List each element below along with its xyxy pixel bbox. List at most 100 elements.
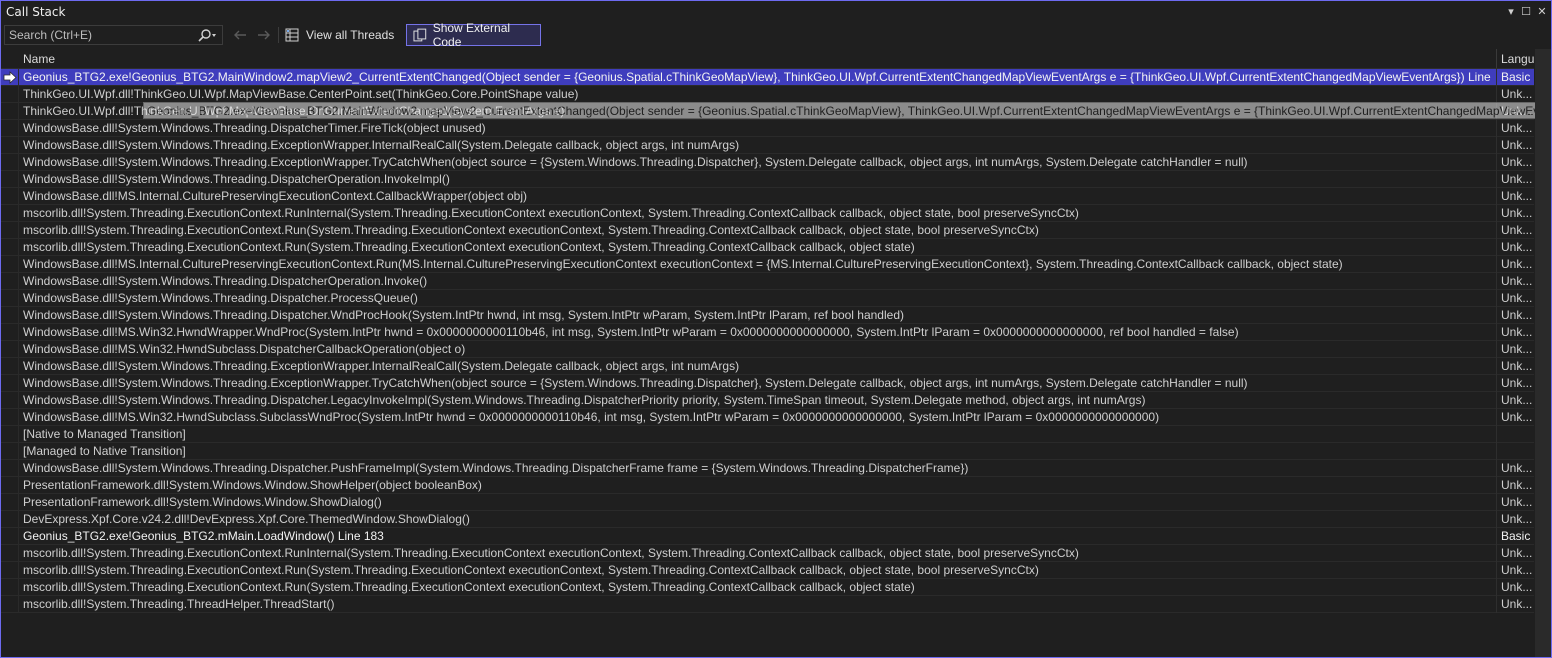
stack-frame-row[interactable]: WindowsBase.dll!System.Windows.Threading… <box>1 290 1534 307</box>
cell-divider <box>1496 562 1497 579</box>
row-gutter <box>1 154 19 171</box>
cell-divider <box>1496 443 1497 460</box>
stack-frame-row[interactable]: mscorlib.dll!System.Threading.ExecutionC… <box>1 222 1534 239</box>
frame-language: Unk... <box>1501 461 1533 475</box>
row-gutter <box>1 562 19 579</box>
frame-language: Unk... <box>1501 393 1533 407</box>
frame-language: Unk... <box>1501 155 1533 169</box>
cell-divider <box>1496 511 1497 528</box>
row-gutter <box>1 579 19 596</box>
frame-name: PresentationFramework.dll!System.Windows… <box>23 478 482 492</box>
call-stack-window: Call Stack ▾ ☐ ✕ Search (Ctrl+E) View al… <box>0 0 1552 658</box>
arrow-left-icon[interactable] <box>232 27 248 43</box>
frame-language: Unk... <box>1501 206 1533 220</box>
frame-language: Unk... <box>1501 223 1533 237</box>
cell-divider <box>1496 171 1497 188</box>
stack-frame-row[interactable]: mscorlib.dll!System.Threading.ThreadHelp… <box>1 596 1534 613</box>
stack-frame-row[interactable]: mscorlib.dll!System.Threading.ExecutionC… <box>1 205 1534 222</box>
stack-frame-row[interactable]: WindowsBase.dll!MS.Win32.HwndSubclass.Su… <box>1 409 1534 426</box>
frame-name: ThinkGeo.UI.Wpf.dll!ThinkGeo.UI.Wpf.MapV… <box>23 87 579 101</box>
stack-frame-row[interactable]: Geonius_BTG2.exe!Geonius_BTG2.mMain.Load… <box>1 528 1534 545</box>
show-external-code-button[interactable]: Show External Code <box>406 21 541 49</box>
stack-frame-row[interactable]: DevExpress.Xpf.Core.v24.2.dll!DevExpress… <box>1 511 1534 528</box>
stack-frame-row[interactable]: mscorlib.dll!System.Threading.ExecutionC… <box>1 579 1534 596</box>
row-gutter <box>1 120 19 137</box>
cell-divider <box>1496 579 1497 596</box>
stack-frame-row[interactable]: WindowsBase.dll!System.Windows.Threading… <box>1 392 1534 409</box>
search-box[interactable] <box>4 25 223 45</box>
frame-name: WindowsBase.dll!System.Windows.Threading… <box>23 376 1248 390</box>
stack-frame-row[interactable]: WindowsBase.dll!MS.Win32.HwndSubclass.Di… <box>1 341 1534 358</box>
close-icon[interactable]: ✕ <box>1534 4 1550 20</box>
stack-frame-row[interactable]: PresentationFramework.dll!System.Windows… <box>1 494 1534 511</box>
frame-language: Unk... <box>1501 342 1533 356</box>
stack-frame-row[interactable]: ThinkGeo.UI.Wpf.dll!ThinkGeo.UI.Wpf.MapV… <box>1 86 1534 103</box>
row-gutter <box>1 511 19 528</box>
stack-frame-row[interactable]: [Native to Managed Transition] <box>1 426 1534 443</box>
frame-language: Unk... <box>1501 563 1533 577</box>
maximize-icon[interactable]: ☐ <box>1518 4 1534 20</box>
frame-language: Unk... <box>1501 359 1533 373</box>
frame-language: Unk... <box>1501 257 1533 271</box>
cell-divider <box>1496 341 1497 358</box>
frame-name: WindowsBase.dll!System.Windows.Threading… <box>23 461 969 475</box>
column-header-language[interactable]: Langu <box>1501 52 1534 66</box>
cell-divider <box>1496 392 1497 409</box>
frame-name: WindowsBase.dll!MS.Internal.CulturePrese… <box>23 189 528 203</box>
vertical-scrollbar[interactable] <box>1535 49 1551 657</box>
stack-frame-row[interactable]: WindowsBase.dll!System.Windows.Threading… <box>1 375 1534 392</box>
toolbar: View all Threads Show External Code <box>1 21 1551 49</box>
stack-frame-row[interactable]: WindowsBase.dll!MS.Internal.CulturePrese… <box>1 188 1534 205</box>
search-icon[interactable] <box>196 28 218 44</box>
cell-divider <box>1496 86 1497 103</box>
row-gutter <box>1 256 19 273</box>
search-input[interactable] <box>9 27 194 43</box>
cell-divider <box>1496 324 1497 341</box>
frame-language: Unk... <box>1501 189 1533 203</box>
dropdown-icon[interactable]: ▾ <box>1503 4 1519 20</box>
column-header-name[interactable]: Name <box>23 52 55 66</box>
frame-language: Unk... <box>1501 240 1533 254</box>
cell-divider <box>1496 545 1497 562</box>
current-frame-arrow-icon <box>3 71 17 84</box>
frame-name: mscorlib.dll!System.Threading.ExecutionC… <box>23 580 915 594</box>
stack-frame-row[interactable]: mscorlib.dll!System.Threading.ExecutionC… <box>1 562 1534 579</box>
row-gutter <box>1 137 19 154</box>
stack-frame-row[interactable]: WindowsBase.dll!System.Windows.Threading… <box>1 154 1534 171</box>
row-gutter <box>1 324 19 341</box>
stack-frame-row[interactable]: WindowsBase.dll!System.Windows.Threading… <box>1 460 1534 477</box>
stack-frame-row[interactable]: WindowsBase.dll!System.Windows.Threading… <box>1 137 1534 154</box>
column-divider[interactable] <box>1496 49 1497 68</box>
row-gutter <box>1 239 19 256</box>
stack-frame-row[interactable]: Geonius_BTG2.exe!Geonius_BTG2.MainWindow… <box>1 69 1534 86</box>
cell-divider <box>1496 477 1497 494</box>
stack-frame-row[interactable]: WindowsBase.dll!System.Windows.Threading… <box>1 120 1534 137</box>
frame-language: Unk... <box>1501 87 1533 101</box>
cell-divider <box>1496 120 1497 137</box>
frame-language: Unk... <box>1501 580 1533 594</box>
frame-name: mscorlib.dll!System.Threading.ExecutionC… <box>23 563 1039 577</box>
frame-language: Unk... <box>1501 512 1533 526</box>
stack-frame-row[interactable]: WindowsBase.dll!MS.Win32.HwndWrapper.Wnd… <box>1 324 1534 341</box>
stack-frame-row[interactable]: WindowsBase.dll!MS.Internal.CulturePrese… <box>1 256 1534 273</box>
frame-language: Basic <box>1501 529 1531 543</box>
frame-language: Unk... <box>1501 172 1533 186</box>
stack-frame-row[interactable]: [Managed to Native Transition] <box>1 443 1534 460</box>
stack-frame-row[interactable]: WindowsBase.dll!System.Windows.Threading… <box>1 358 1534 375</box>
frame-name: WindowsBase.dll!System.Windows.Threading… <box>23 308 904 322</box>
row-gutter <box>1 222 19 239</box>
frame-language: Unk... <box>1501 410 1533 424</box>
stack-frame-row[interactable]: PresentationFramework.dll!System.Windows… <box>1 477 1534 494</box>
stack-frame-row[interactable]: mscorlib.dll!System.Threading.ExecutionC… <box>1 239 1534 256</box>
row-gutter <box>1 392 19 409</box>
row-gutter <box>1 443 19 460</box>
frame-name: [Managed to Native Transition] <box>23 444 186 458</box>
stack-frame-row[interactable]: WindowsBase.dll!System.Windows.Threading… <box>1 273 1534 290</box>
frame-name: mscorlib.dll!System.Threading.ThreadHelp… <box>23 597 335 611</box>
frame-name: WindowsBase.dll!System.Windows.Threading… <box>23 172 450 186</box>
stack-frame-row[interactable]: WindowsBase.dll!System.Windows.Threading… <box>1 307 1534 324</box>
view-all-threads-button[interactable]: View all Threads <box>284 25 394 45</box>
stack-frame-row[interactable]: WindowsBase.dll!System.Windows.Threading… <box>1 171 1534 188</box>
stack-frame-row[interactable]: mscorlib.dll!System.Threading.ExecutionC… <box>1 545 1534 562</box>
arrow-right-icon[interactable] <box>256 27 272 43</box>
